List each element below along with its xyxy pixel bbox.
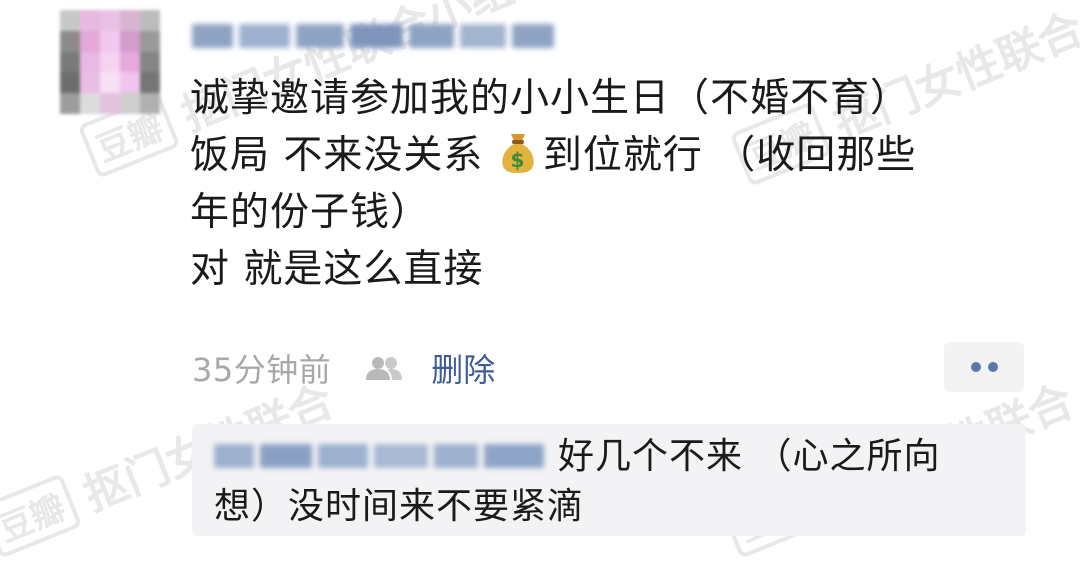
comment-line: 诚挚邀请参加我的小小生日（不婚不育） (190, 76, 911, 121)
watermark-logo: 豆瓣 (0, 473, 83, 559)
reply-line: 好几个不来 （心之所向 (558, 436, 941, 477)
comment-meta: 35分钟前 删除 (192, 346, 495, 390)
comment-line: 年的份子钱） (190, 190, 431, 235)
avatar[interactable] (60, 10, 160, 114)
reply-line: 想）没时间来不要紧滴 (214, 486, 585, 527)
more-dots-icon (987, 362, 998, 372)
comment-text: 诚挚邀请参加我的小小生日（不婚不育） 饭局 不来没关系 $ 到位就行 （收回那些… (190, 70, 1050, 298)
reply-text: 好几个不来 （心之所向 想）没时间来不要紧滴 (214, 432, 1014, 532)
more-dots-icon (970, 362, 981, 372)
comment-line-part: 到位就行 （收回那些 (542, 133, 917, 178)
money-bag-icon: $ (502, 134, 534, 173)
more-options-button[interactable] (944, 342, 1024, 392)
comment-line: 饭局 不来没关系 $ 到位就行 （收回那些 (190, 127, 1050, 184)
timestamp: 35分钟前 (192, 351, 332, 389)
svg-text:$: $ (510, 148, 525, 172)
delete-link[interactable]: 删除 (431, 345, 495, 391)
two-people-icon (366, 357, 403, 380)
username-blurred[interactable] (192, 18, 554, 54)
reply-box: 好几个不来 （心之所向 想）没时间来不要紧滴 (192, 424, 1026, 536)
comment-line: 对 就是这么直接 (190, 247, 484, 292)
comment-line-part: 饭局 不来没关系 (190, 133, 484, 178)
